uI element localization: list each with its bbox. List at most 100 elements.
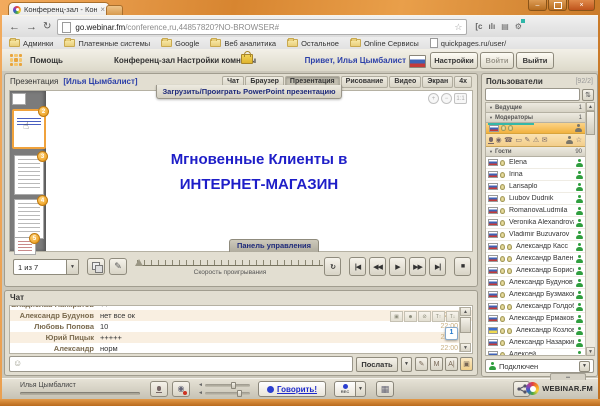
user-row[interactable]: Elena <box>486 157 585 169</box>
bookmark-item[interactable]: Google <box>161 39 199 48</box>
chat-input[interactable]: ☺ <box>9 356 353 372</box>
draw-icon[interactable]: ✎ <box>524 137 530 144</box>
slide-thumbnail-1[interactable] <box>12 93 26 105</box>
pres-tab-6[interactable]: 4x <box>454 76 472 88</box>
users-scrollbar[interactable]: ▲ ▼ <box>585 102 595 356</box>
send-options-icon[interactable]: ▼ <box>401 357 412 372</box>
pres-tab-4[interactable]: Видео <box>389 76 421 88</box>
speed-slider[interactable]: Скорость проигрывания <box>137 260 323 276</box>
user-group-header[interactable]: ▼Модераторы1 <box>486 113 585 123</box>
pres-tab-5[interactable]: Экран <box>422 76 453 88</box>
address-bar[interactable]: go.webinar.fm/conference,ru,44857820?NO-… <box>57 19 467 35</box>
slide-thumbnail-4[interactable]: 4 <box>14 199 44 239</box>
record-options-icon[interactable]: ▼ <box>355 381 366 397</box>
speaker-volume-slider[interactable]: ◄ <box>198 381 250 389</box>
window-maximize-button[interactable] <box>548 0 567 11</box>
user-row[interactable]: Veronika Alexandrova <box>486 217 585 229</box>
user-row[interactable]: Irina <box>486 169 585 181</box>
user-row[interactable]: RomanovaLudmila <box>486 205 585 217</box>
user-row[interactable]: Александр Вален <box>486 253 585 265</box>
bookmark-item[interactable]: quickpages.ru/user/ <box>430 38 506 48</box>
mic-button[interactable] <box>150 381 168 397</box>
bookmark-item[interactable]: Online Сервисы <box>350 39 419 48</box>
slide-thumbnail-2[interactable]: ☝2 <box>12 109 46 149</box>
font-down-icon[interactable]: T↓ <box>446 311 459 322</box>
settings-button[interactable]: Настройки <box>430 52 478 69</box>
rewind-button[interactable]: ◀◀ <box>369 257 386 276</box>
layers-button[interactable] <box>87 258 105 275</box>
login-button[interactable]: Войти <box>480 52 514 69</box>
user-row[interactable]: Vladimir Buzuvarov <box>486 229 585 241</box>
user-row[interactable]: Александр Будунов <box>486 277 585 289</box>
user-group-header[interactable]: ▼Ведущие1 <box>486 103 585 113</box>
users-scroll-thumb[interactable] <box>586 111 595 135</box>
screen-icon[interactable]: ▭ <box>515 137 522 144</box>
bookmark-item[interactable]: Веб аналитика <box>210 39 276 48</box>
user-row[interactable]: Александр Борисов <box>486 265 585 277</box>
language-flag-icon[interactable] <box>409 55 426 68</box>
user-row[interactable]: Александр Бузмаков <box>486 289 585 301</box>
speaker-volume-track[interactable] <box>205 384 250 387</box>
message-icon[interactable]: ✉ <box>542 137 548 144</box>
wrench-menu-icon[interactable]: ⚙ <box>515 23 522 31</box>
moderator-row[interactable] <box>486 123 585 134</box>
slide-thumbnail-5[interactable]: 5 <box>14 237 36 255</box>
new-tab-button[interactable] <box>106 5 123 15</box>
upload-powerpoint-button[interactable]: Загрузить/Проиграть PowerPoint презентац… <box>156 85 342 99</box>
pointer-pencil-button[interactable]: ✎ <box>109 258 127 275</box>
ext-stats-icon[interactable]: ılı <box>489 23 496 31</box>
scroll-up-icon[interactable]: ▲ <box>586 102 595 111</box>
webcam-button[interactable]: ◉ <box>172 381 190 397</box>
play-button[interactable]: ▶ <box>389 257 406 276</box>
forward-icon[interactable]: → <box>26 22 37 33</box>
window-close-button[interactable]: × <box>568 0 595 11</box>
zoom-out-icon[interactable]: − <box>441 93 452 104</box>
image-icon[interactable]: ▣ <box>390 311 403 322</box>
scroll-up-icon[interactable]: ▲ <box>460 307 471 316</box>
moderate-button[interactable]: M <box>430 357 443 371</box>
ext-reader-icon[interactable]: ▤ <box>501 23 509 31</box>
slide-counter-select[interactable]: 1 из 7 ▼ <box>13 259 79 275</box>
webcam-icon[interactable]: ◉ <box>496 137 502 144</box>
layout-grid-button[interactable]: ▦ <box>376 381 394 397</box>
mic-volume-slider[interactable]: ◄ <box>198 389 250 397</box>
sort-icon[interactable]: ⇅ <box>582 89 594 101</box>
replay-button[interactable]: ↻ <box>324 257 341 276</box>
scroll-down-icon[interactable]: ▼ <box>460 343 471 352</box>
user-row[interactable]: Александр Ермаков <box>486 313 585 325</box>
chat-scroll-thumb[interactable] <box>460 317 471 333</box>
fast-forward-button[interactable]: ▶▶ <box>409 257 426 276</box>
draw-button[interactable]: ✎ <box>415 357 428 371</box>
connection-status-select[interactable]: Подключен ▼ <box>485 359 594 373</box>
ext-clipper-icon[interactable]: [c <box>475 23 482 31</box>
user-row[interactable]: Александр Голдобин <box>486 301 585 313</box>
font-up-icon[interactable]: T↑ <box>432 311 445 322</box>
zoom-in-icon[interactable]: + <box>428 93 439 104</box>
user-icon[interactable]: ☻ <box>404 311 417 322</box>
kick-icon[interactable]: ⚠ <box>533 137 539 144</box>
skip-start-button[interactable]: |◀ <box>349 257 366 276</box>
talk-button[interactable]: Говорить! <box>258 381 326 397</box>
control-panel-tab[interactable]: Панель управления <box>229 239 319 252</box>
send-button[interactable]: Послать <box>356 357 398 372</box>
window-minimize-button[interactable]: – <box>528 0 547 11</box>
bookmark-star-icon[interactable]: ☆ <box>454 23 462 32</box>
skip-end-button[interactable]: ▶| <box>429 257 446 276</box>
font-button[interactable]: A| <box>445 357 458 371</box>
browser-tab[interactable]: Конференц-зал - Конфер × <box>8 2 110 16</box>
chevron-down-icon[interactable]: ▼ <box>579 361 590 372</box>
user-icon[interactable] <box>566 136 573 144</box>
phone-icon[interactable]: ☎ <box>504 137 513 144</box>
smiley-icon[interactable]: ☺ <box>13 359 22 368</box>
record-button[interactable]: REC <box>334 381 356 397</box>
user-row[interactable]: Liubov Dudnik <box>486 193 585 205</box>
mic-icon[interactable] <box>489 137 493 144</box>
pres-tab-3[interactable]: Рисование <box>341 76 389 88</box>
help-link[interactable]: Помощь <box>30 56 63 65</box>
chat-scrollbar[interactable]: ▲ ▼ <box>459 307 471 352</box>
user-row[interactable]: Алексей <box>486 349 585 356</box>
user-row[interactable]: Larisaplo <box>486 181 585 193</box>
speed-slider-thumb[interactable] <box>135 259 143 266</box>
bookmark-item[interactable]: Админки <box>9 39 53 48</box>
chevron-down-icon[interactable]: ▼ <box>66 260 78 274</box>
